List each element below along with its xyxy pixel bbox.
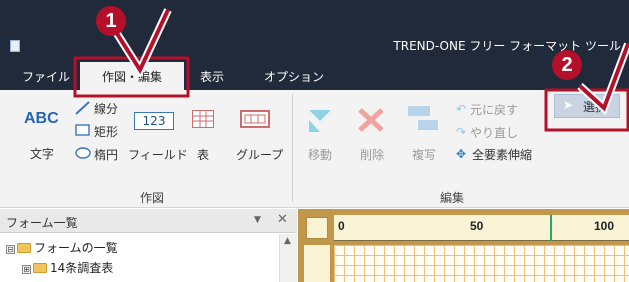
step-badge-1: 1 [96,6,126,36]
checkmark-icon-2-outline [577,42,629,115]
step-badge-2: 2 [552,50,582,80]
callout-overlay [73,8,629,132]
